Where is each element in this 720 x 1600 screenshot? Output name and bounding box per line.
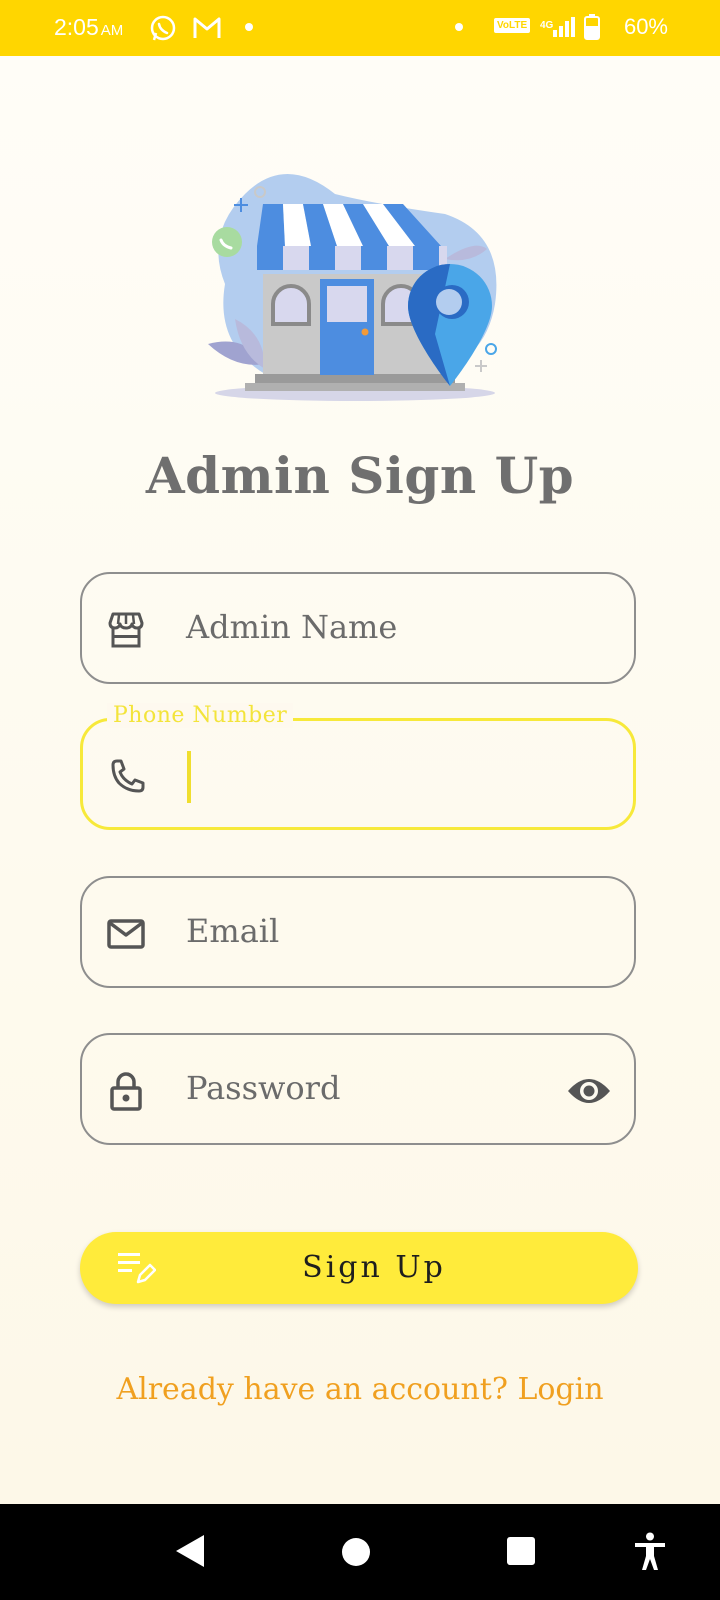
recents-icon[interactable] [506, 1536, 536, 1566]
email-field[interactable]: Email [80, 876, 636, 988]
password-placeholder: Password [186, 1069, 341, 1107]
password-field[interactable]: Password [80, 1033, 636, 1145]
accessibility-icon[interactable] [632, 1532, 668, 1572]
email-placeholder: Email [186, 912, 280, 950]
battery-icon [584, 14, 600, 40]
lock-icon [110, 1072, 142, 1111]
navigation-bar [0, 1504, 720, 1600]
mail-icon [107, 919, 145, 949]
storefront-icon [108, 612, 144, 648]
notification-dot-icon [245, 23, 253, 31]
signup-label: Sign Up [302, 1250, 446, 1285]
status-time: 2:05 AM [54, 14, 124, 40]
signup-button[interactable]: Sign Up [80, 1232, 638, 1304]
home-icon[interactable] [340, 1536, 372, 1568]
notification-dot-icon [455, 23, 463, 31]
store-location-illustration [208, 174, 497, 401]
gmail-icon [193, 17, 221, 38]
whatsapp-icon [150, 15, 176, 41]
text-caret [187, 751, 191, 803]
battery-percent: 60% [623, 14, 668, 39]
status-bar: 2:05 AM VoLTE 4G 60% [0, 0, 720, 56]
page-title: Admin Sign Up [145, 446, 575, 505]
eye-icon[interactable] [566, 1073, 612, 1109]
login-link[interactable]: Already have an account? Login [0, 1372, 720, 1407]
admin-name-field[interactable]: Admin Name [80, 572, 636, 684]
phone-number-label: Phone Number [107, 703, 294, 728]
back-icon[interactable] [174, 1534, 206, 1568]
admin-name-placeholder: Admin Name [186, 608, 398, 646]
phone-number-field[interactable]: Phone Number [80, 703, 636, 830]
signup-screen: Admin Sign Up Admin Name Phone Number Em… [0, 56, 720, 1504]
volte-badge: VoLTE [494, 18, 531, 33]
phone-icon [111, 759, 145, 793]
signal-icon [553, 17, 575, 37]
